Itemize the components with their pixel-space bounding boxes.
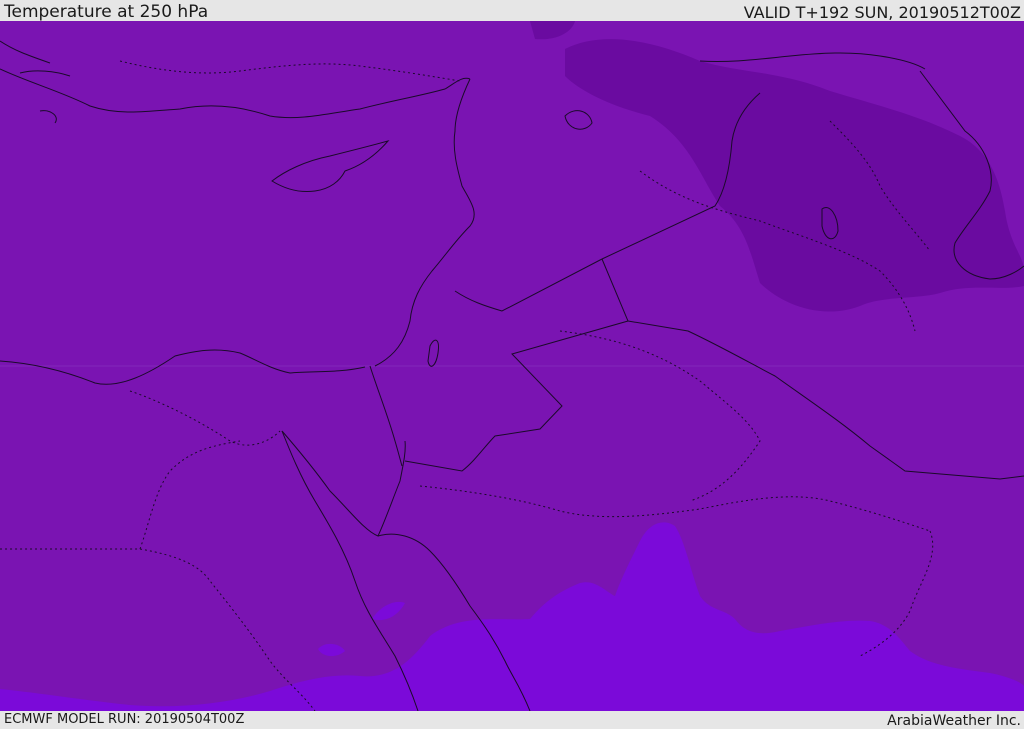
valid-time-label: VALID T+192 SUN, 20190512T00Z <box>743 3 1021 22</box>
credit-label: ArabiaWeather Inc. <box>887 713 1021 729</box>
map-title: Temperature at 250 hPa <box>4 2 209 22</box>
model-run-label: ECMWF MODEL RUN: 20190504T00Z <box>4 712 245 727</box>
header-bar: Temperature at 250 hPa VALID T+192 SUN, … <box>0 0 1024 22</box>
temperature-map <box>0 21 1024 711</box>
footer-bar: ECMWF MODEL RUN: 20190504T00Z ArabiaWeat… <box>0 711 1024 729</box>
